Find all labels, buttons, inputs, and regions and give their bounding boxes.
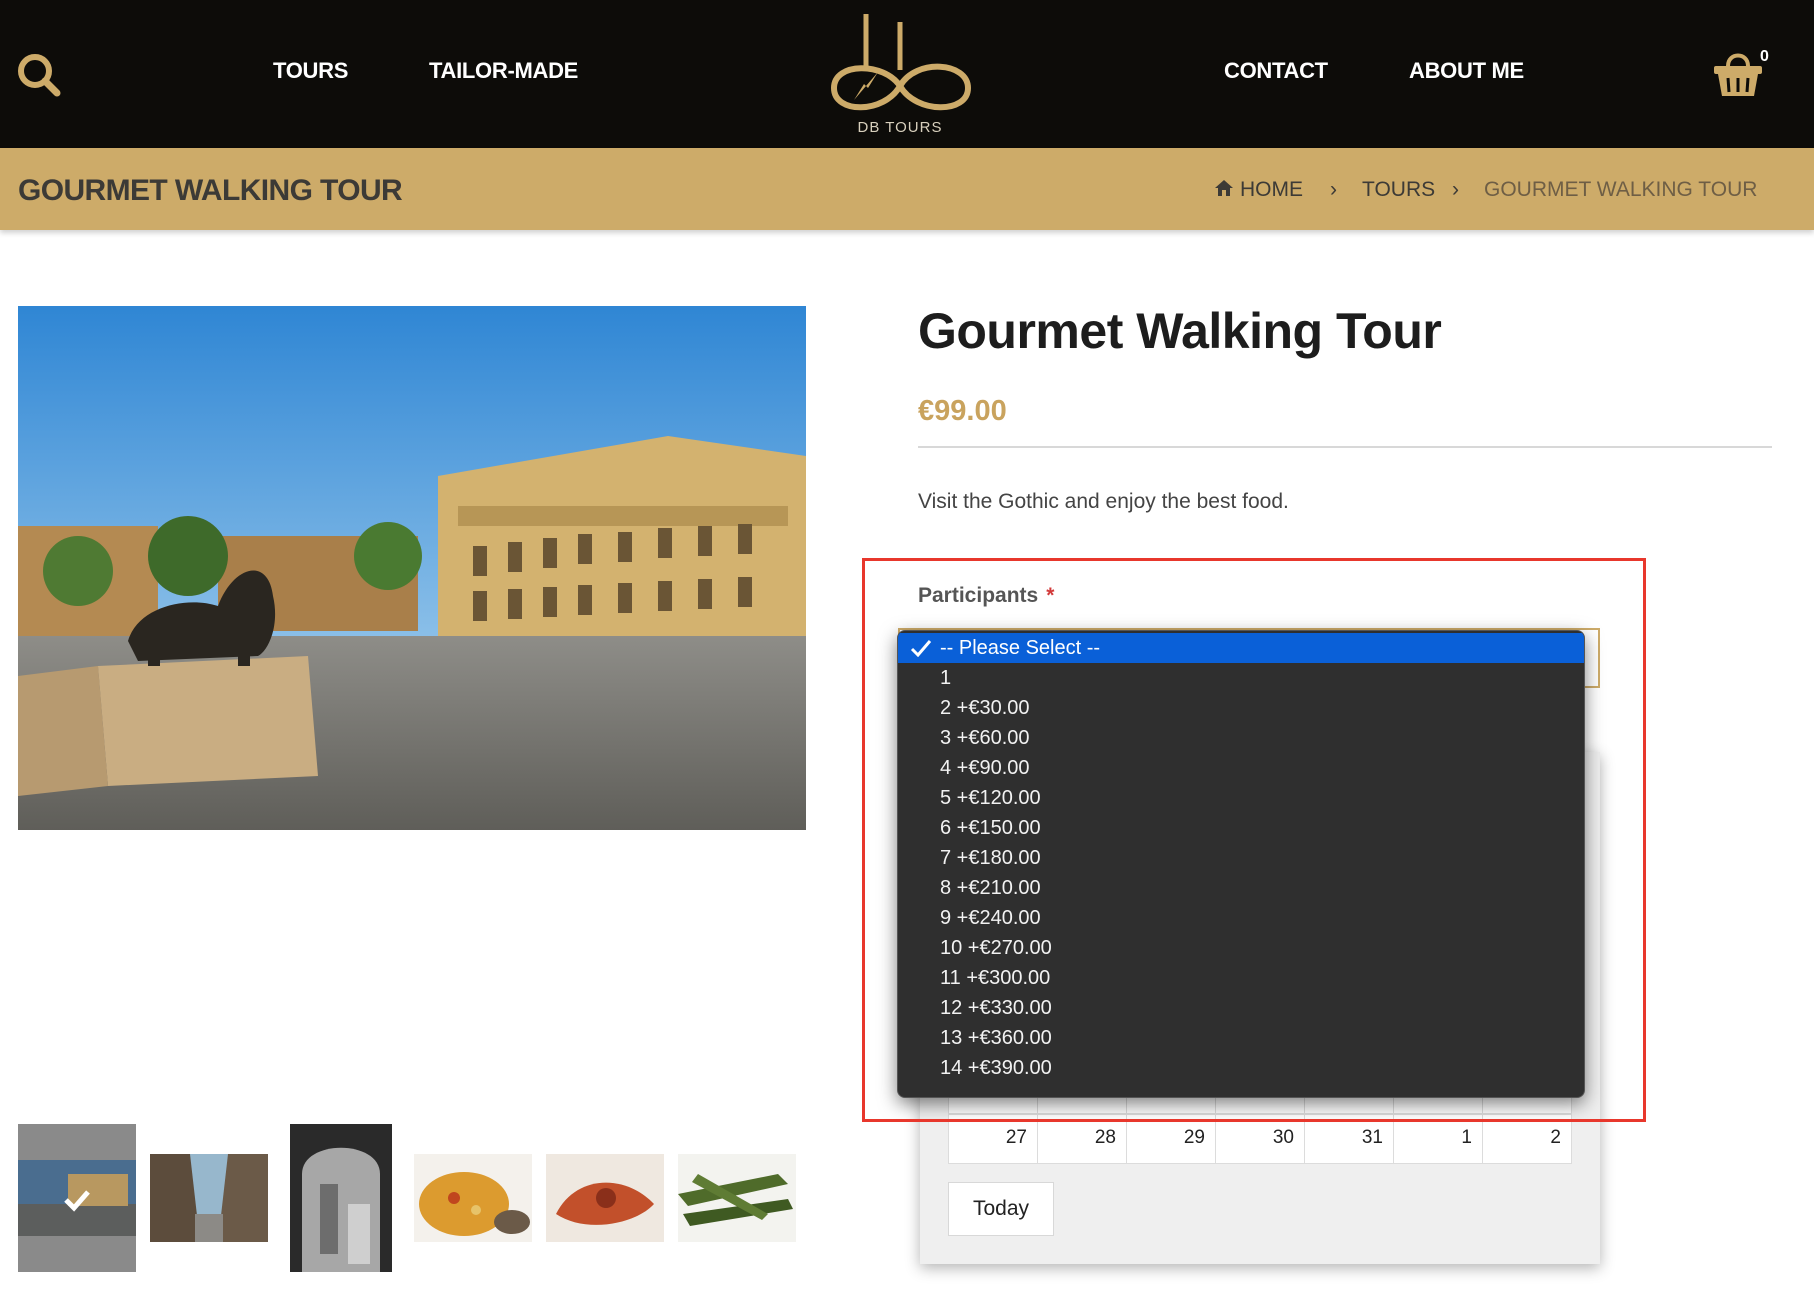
nav-tailor-made[interactable]: TAILOR-MADE: [429, 58, 578, 84]
breadcrumb-tours[interactable]: TOURS: [1362, 178, 1435, 202]
participants-option-label: 6 +€150.00: [940, 817, 1041, 839]
page-title: GOURMET WALKING TOUR: [18, 174, 403, 207]
breadcrumb-current: GOURMET WALKING TOUR: [1484, 178, 1758, 201]
calendar-day[interactable]: 2: [1483, 1115, 1571, 1163]
calendar-day[interactable]: 29: [1127, 1115, 1216, 1163]
site-header: TOURS TAILOR-MADE DB TOURS CONTACT ABOUT…: [0, 0, 1814, 148]
page-title-bar: GOURMET WALKING TOUR HOME › TOURS › GOUR…: [0, 148, 1814, 230]
thumbnail-paella[interactable]: [414, 1154, 532, 1242]
participants-option[interactable]: 5 +€120.00: [898, 783, 1584, 813]
thumbnail-greens[interactable]: [678, 1154, 796, 1242]
breadcrumb-home[interactable]: HOME: [1214, 178, 1303, 202]
participants-option[interactable]: 14 +€390.00: [898, 1053, 1584, 1083]
participants-label: Participants *: [918, 584, 1054, 608]
participants-option-label: 4 +€90.00: [940, 757, 1030, 779]
cart-count-badge: 0: [1760, 48, 1769, 65]
logo-text: DB TOURS: [857, 119, 943, 136]
participants-option-label: 9 +€240.00: [940, 907, 1041, 929]
nav-about-me[interactable]: ABOUT ME: [1409, 58, 1524, 84]
product-description: Visit the Gothic and enjoy the best food…: [918, 490, 1289, 513]
participants-dropdown-menu[interactable]: -- Please Select -- 1 2 +€30.00 3 +€60.00 4 …: [897, 630, 1585, 1098]
participants-option[interactable]: 1: [898, 663, 1584, 693]
product-title: Gourmet Walking Tour: [918, 303, 1442, 359]
participants-option[interactable]: -- Please Select --: [898, 633, 1584, 663]
participants-option[interactable]: 8 +€210.00: [898, 873, 1584, 903]
calendar-day[interactable]: 27: [949, 1115, 1038, 1163]
logo-mark-icon: [830, 14, 972, 111]
participants-option-label: 7 +€180.00: [940, 847, 1041, 869]
breadcrumb-home-label: HOME: [1240, 178, 1303, 201]
participants-option-label: 5 +€120.00: [940, 787, 1041, 809]
search-icon[interactable]: [16, 52, 62, 98]
participants-label-text: Participants: [918, 584, 1039, 607]
checkmark-icon: [910, 640, 932, 657]
thumbnail-street[interactable]: [150, 1154, 268, 1242]
calendar-day[interactable]: 31: [1305, 1115, 1394, 1163]
nav-tours[interactable]: TOURS: [273, 58, 348, 84]
home-icon: [1215, 180, 1233, 196]
participants-option-label: 8 +€210.00: [940, 877, 1041, 899]
thumbnail-active[interactable]: [18, 1124, 136, 1272]
participants-option[interactable]: 10 +€270.00: [898, 933, 1584, 963]
chevron-right-icon: ›: [1330, 178, 1337, 201]
participants-option-label: 10 +€270.00: [940, 937, 1052, 959]
participants-option-label: 12 +€330.00: [940, 997, 1052, 1019]
participants-option-label: 13 +€360.00: [940, 1027, 1052, 1049]
participants-option[interactable]: 4 +€90.00: [898, 753, 1584, 783]
participants-option-label: -- Please Select --: [940, 637, 1101, 659]
participants-option-label: 11 +€300.00: [940, 967, 1051, 989]
participants-option[interactable]: 7 +€180.00: [898, 843, 1584, 873]
participants-option[interactable]: 13 +€360.00: [898, 1023, 1584, 1053]
calendar-day[interactable]: 30: [1216, 1115, 1305, 1163]
nav-contact[interactable]: CONTACT: [1224, 58, 1328, 84]
calendar-day[interactable]: 28: [1038, 1115, 1127, 1163]
thumbnail-arch[interactable]: [290, 1124, 392, 1272]
participants-option[interactable]: 11 +€300.00: [898, 963, 1584, 993]
participants-option[interactable]: 3 +€60.00: [898, 723, 1584, 753]
participants-option[interactable]: 9 +€240.00: [898, 903, 1584, 933]
participants-option[interactable]: 12 +€330.00: [898, 993, 1584, 1023]
calendar-day[interactable]: 1: [1394, 1115, 1483, 1163]
participants-option[interactable]: 2 +€30.00: [898, 693, 1584, 723]
participants-option[interactable]: 6 +€150.00: [898, 813, 1584, 843]
participants-option-label: 14 +€390.00: [940, 1057, 1052, 1079]
required-asterisk: *: [1046, 584, 1055, 607]
participants-option-label: 3 +€60.00: [940, 727, 1030, 749]
product-price: €99.00: [918, 395, 1007, 427]
basket-icon[interactable]: [1710, 46, 1766, 100]
chevron-right-icon: ›: [1452, 178, 1459, 201]
participants-option-label: 1: [940, 667, 952, 689]
product-main-image[interactable]: [18, 306, 806, 830]
thumbnail-lobster[interactable]: [546, 1154, 664, 1242]
db-tours-logo[interactable]: DB TOURS: [820, 12, 980, 142]
participants-option-label: 2 +€30.00: [940, 697, 1030, 719]
today-button[interactable]: Today: [948, 1182, 1054, 1236]
calendar-row: 27 28 29 30 31 1 2: [948, 1114, 1572, 1164]
divider: [918, 446, 1772, 448]
